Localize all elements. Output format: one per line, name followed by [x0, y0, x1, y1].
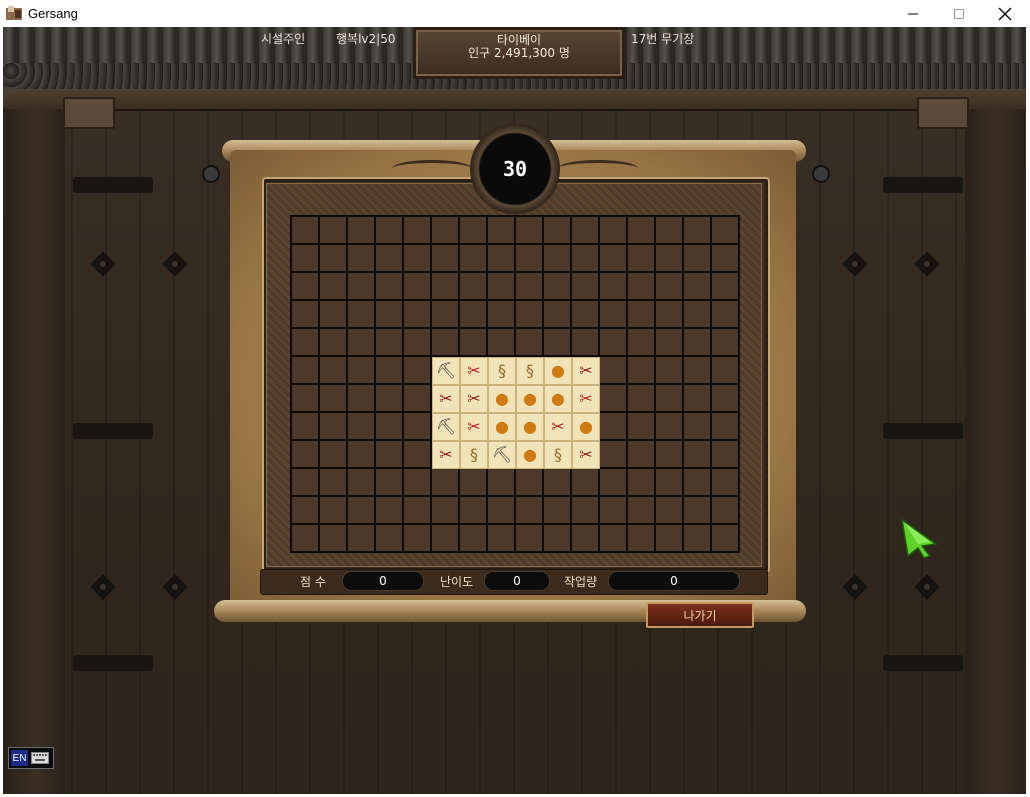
minimize-icon: [908, 13, 918, 14]
orange-tile-icon[interactable]: ●: [544, 385, 572, 413]
city-population: 인구 2,491,300 명: [468, 46, 570, 60]
door-hinge: [883, 655, 963, 671]
left-bracket: [63, 97, 115, 129]
timer-ornament: [392, 160, 472, 177]
pliers-tile-icon[interactable]: ✂: [432, 385, 460, 413]
window-title: Gersang: [28, 6, 78, 21]
orange-tile-icon[interactable]: ●: [572, 413, 600, 441]
orange-tile-icon[interactable]: ●: [544, 357, 572, 385]
orange-tile-icon[interactable]: ●: [516, 441, 544, 469]
close-button[interactable]: [982, 0, 1028, 27]
pliers-meat-tile-icon[interactable]: ✂: [572, 385, 600, 413]
door-hinge: [883, 177, 963, 193]
maximize-icon: [954, 8, 964, 19]
orange-tile-icon[interactable]: ●: [488, 385, 516, 413]
difficulty-label: 난이도: [440, 575, 474, 589]
pliers-meat-tile-icon[interactable]: ✂: [460, 413, 488, 441]
pickaxe-tile-icon[interactable]: ⛏: [432, 413, 460, 441]
left-pillar: [5, 109, 65, 794]
minimize-button[interactable]: [890, 0, 936, 27]
window-titlebar: Gersang: [0, 0, 1030, 27]
pliers-meat-tile-icon[interactable]: ✂: [544, 413, 572, 441]
exit-button[interactable]: 나가기: [646, 602, 754, 628]
sack-tile-icon[interactable]: §: [488, 357, 516, 385]
scroll-knob: [202, 165, 220, 183]
door-hinge: [73, 655, 153, 671]
sack-tile-icon[interactable]: §: [516, 357, 544, 385]
happiness-text: 행복lv2|50: [336, 32, 396, 46]
orange-tile-icon[interactable]: ●: [488, 413, 516, 441]
timer-value: 30: [502, 157, 528, 181]
sack-tile-icon[interactable]: §: [544, 441, 572, 469]
door-hinge: [73, 423, 153, 439]
timer-ornament: [558, 160, 638, 177]
cursor-icon: [900, 518, 938, 558]
workload-value: 0: [608, 571, 740, 591]
scroll-knob: [812, 165, 830, 183]
orange-tile-icon[interactable]: ●: [516, 385, 544, 413]
ime-indicator[interactable]: EN: [8, 747, 54, 769]
pliers-tile-icon[interactable]: ✂: [572, 357, 600, 385]
workload-label: 작업량: [564, 575, 598, 589]
close-icon: [998, 7, 1012, 20]
difficulty-value: 0: [484, 571, 550, 591]
pickaxe-tile-icon[interactable]: ⛏: [488, 441, 516, 469]
pliers-meat-tile-icon[interactable]: ✂: [460, 357, 488, 385]
score-value: 0: [342, 571, 424, 591]
city-plaque: 타이베이 인구 2,491,300 명: [413, 27, 625, 79]
pliers-tile-icon[interactable]: ✂: [460, 385, 488, 413]
sack-tile-icon[interactable]: §: [460, 441, 488, 469]
app-icon: [6, 6, 22, 20]
score-label: 점 수: [300, 575, 326, 589]
right-bracket: [917, 97, 969, 129]
role-text: 시설주인: [261, 32, 306, 46]
keyboard-icon: [31, 752, 49, 764]
pickaxe-tile-icon[interactable]: ⛏: [432, 357, 460, 385]
facility-text: 17번 무기장: [631, 32, 695, 46]
orange-tile-icon[interactable]: ●: [516, 413, 544, 441]
door-hinge: [73, 177, 153, 193]
pliers-tile-icon[interactable]: ✂: [432, 441, 460, 469]
right-pillar: [965, 109, 1025, 794]
ime-mode: EN: [11, 750, 28, 766]
pliers-tile-icon[interactable]: ✂: [572, 441, 600, 469]
roof-beam: [3, 89, 1026, 111]
maximize-button[interactable]: [936, 0, 982, 27]
door-hinge: [883, 423, 963, 439]
timer-medallion: 30: [470, 124, 560, 214]
